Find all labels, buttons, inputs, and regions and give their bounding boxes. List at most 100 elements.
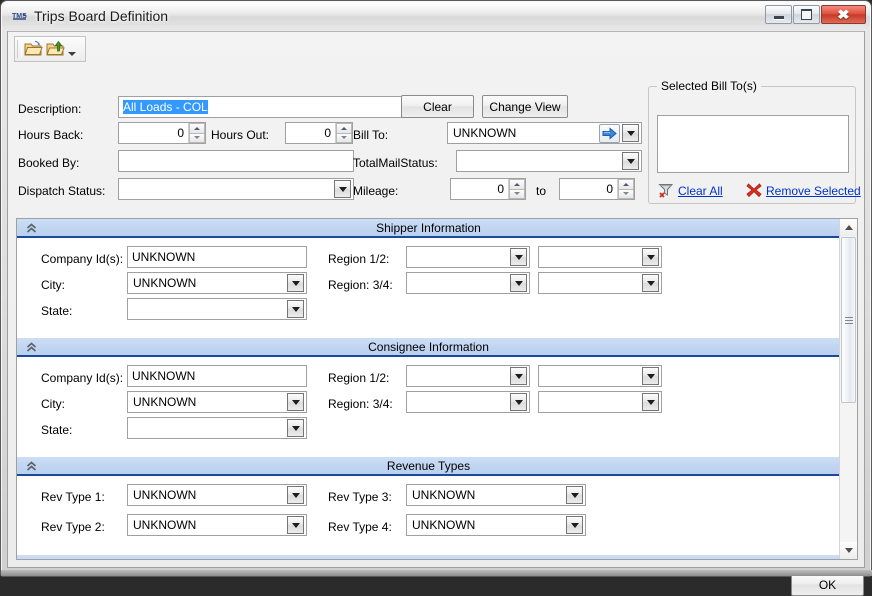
- chevron-down-icon[interactable]: [66, 38, 78, 60]
- section-header-other-types[interactable]: Other Types: [17, 555, 840, 559]
- title-bar[interactable]: TMS Trips Board Definition ✖: [2, 2, 870, 31]
- hours-back-label: Hours Back:: [18, 128, 83, 142]
- region-1-2-label: Region 1/2:: [328, 371, 389, 385]
- close-icon: ✖: [837, 8, 850, 21]
- chevron-down-icon[interactable]: [566, 516, 583, 534]
- spin-down-icon[interactable]: [189, 133, 205, 144]
- chevron-down-icon[interactable]: [287, 300, 304, 318]
- dialog-client-area: Description: All Loads - COL Hours Back:…: [7, 31, 865, 568]
- shipper-state-combo[interactable]: [127, 298, 307, 320]
- spin-down-icon[interactable]: [618, 189, 634, 200]
- selected-bill-to-list[interactable]: [657, 115, 849, 173]
- rev-type-2-label: Rev Type 2:: [41, 520, 105, 534]
- chevron-down-icon[interactable]: [287, 486, 304, 504]
- double-chevron-up-icon[interactable]: [25, 222, 37, 234]
- section-header-revenue-types[interactable]: Revenue Types: [17, 457, 840, 476]
- double-chevron-up-icon[interactable]: [25, 460, 37, 472]
- section-header-consignee-information[interactable]: Consignee Information: [17, 338, 840, 357]
- value: UNKNOWN: [128, 392, 287, 412]
- chevron-down-icon[interactable]: [622, 152, 639, 170]
- chevron-down-icon[interactable]: [510, 393, 527, 411]
- change-view-button[interactable]: Change View: [482, 95, 568, 118]
- restore-button[interactable]: [793, 5, 820, 24]
- minimize-button[interactable]: [765, 5, 792, 24]
- shipper-region-2-combo[interactable]: [538, 246, 662, 268]
- vertical-scrollbar[interactable]: [839, 219, 857, 559]
- clear-button[interactable]: Clear: [401, 95, 474, 118]
- double-chevron-up-icon[interactable]: [25, 558, 37, 559]
- consignee-city-combo[interactable]: UNKNOWN: [127, 391, 307, 413]
- spin-up-icon[interactable]: [618, 179, 634, 189]
- shipper-region-1-combo[interactable]: [406, 246, 530, 268]
- remove-selected-link[interactable]: Remove Selected: [766, 184, 861, 198]
- rev-type-2-combo[interactable]: UNKNOWN: [127, 514, 307, 536]
- description-input[interactable]: All Loads - COL: [118, 96, 402, 118]
- booked-by-input[interactable]: [118, 150, 354, 172]
- clear-filter-icon[interactable]: [658, 182, 674, 198]
- hours-out-stepper[interactable]: 0: [285, 122, 353, 144]
- hours-out-spin-buttons[interactable]: [335, 123, 352, 143]
- dispatch-status-combo[interactable]: [118, 178, 354, 200]
- close-button[interactable]: ✖: [821, 5, 866, 24]
- red-x-icon[interactable]: [746, 182, 762, 198]
- chevron-down-icon[interactable]: [642, 248, 659, 266]
- chevron-down-icon[interactable]: [287, 274, 304, 292]
- ok-button[interactable]: OK: [791, 573, 864, 596]
- double-chevron-up-icon[interactable]: [25, 341, 37, 353]
- chevron-down-icon[interactable]: [510, 248, 527, 266]
- consignee-region-4-combo[interactable]: [538, 391, 662, 413]
- chevron-down-icon[interactable]: [622, 124, 639, 142]
- rev-type-1-label: Rev Type 1:: [41, 490, 105, 504]
- chevron-down-icon[interactable]: [642, 274, 659, 292]
- criteria-sections-panel: Shipper Information Company Id(s): UNKNO…: [16, 218, 858, 560]
- folder-up-arrow-icon[interactable]: [44, 38, 66, 60]
- chevron-down-icon[interactable]: [642, 393, 659, 411]
- mileage-from-stepper[interactable]: 0: [450, 178, 526, 200]
- shipper-region-3-combo[interactable]: [406, 272, 530, 294]
- rev-type-3-combo[interactable]: UNKNOWN: [406, 484, 586, 506]
- chevron-down-icon[interactable]: [510, 274, 527, 292]
- mileage-from-spin-buttons[interactable]: [508, 179, 525, 199]
- rev-type-4-combo[interactable]: UNKNOWN: [406, 514, 586, 536]
- value: UNKNOWN: [132, 250, 195, 264]
- consignee-company-ids-input[interactable]: UNKNOWN: [127, 365, 307, 387]
- hours-back-stepper[interactable]: 0: [118, 122, 206, 144]
- value: UNKNOWN: [128, 515, 287, 535]
- description-label: Description:: [18, 102, 81, 116]
- chevron-down-icon[interactable]: [287, 516, 304, 534]
- shipper-city-combo[interactable]: UNKNOWN: [127, 272, 307, 294]
- section-header-shipper-information[interactable]: Shipper Information: [17, 219, 840, 238]
- vertical-scroll-thumb[interactable]: [841, 237, 856, 403]
- chevron-down-icon[interactable]: [566, 486, 583, 504]
- mileage-to-spin-buttons[interactable]: [617, 179, 634, 199]
- chevron-down-icon[interactable]: [642, 367, 659, 385]
- spin-up-icon[interactable]: [509, 179, 525, 189]
- chevron-down-icon[interactable]: [287, 393, 304, 411]
- scroll-down-arrow-icon[interactable]: [840, 542, 857, 559]
- consignee-state-combo[interactable]: [127, 417, 307, 439]
- mileage-to-stepper[interactable]: 0: [559, 178, 635, 200]
- spin-up-icon[interactable]: [189, 123, 205, 133]
- total-mail-status-combo[interactable]: [456, 150, 642, 172]
- consignee-region-3-combo[interactable]: [406, 391, 530, 413]
- chevron-down-icon[interactable]: [510, 367, 527, 385]
- chevron-down-icon[interactable]: [287, 419, 304, 437]
- blue-right-arrow-icon[interactable]: [599, 124, 620, 143]
- scroll-up-arrow-icon[interactable]: [840, 219, 857, 236]
- spin-down-icon[interactable]: [509, 189, 525, 200]
- shipper-region-4-combo[interactable]: [538, 272, 662, 294]
- description-value: All Loads - COL: [123, 100, 208, 114]
- clear-all-link[interactable]: Clear All: [678, 184, 723, 198]
- shipper-company-ids-input[interactable]: UNKNOWN: [127, 246, 307, 268]
- spin-down-icon[interactable]: [336, 133, 352, 144]
- open-folder-icon[interactable]: [22, 38, 44, 60]
- hours-back-spin-buttons[interactable]: [188, 123, 205, 143]
- chevron-down-icon[interactable]: [334, 180, 351, 198]
- consignee-region-2-combo[interactable]: [538, 365, 662, 387]
- rev-type-1-combo[interactable]: UNKNOWN: [127, 484, 307, 506]
- value: UNKNOWN: [128, 485, 287, 505]
- spin-up-icon[interactable]: [336, 123, 352, 133]
- bill-to-combo[interactable]: UNKNOWN: [447, 122, 642, 144]
- caption-buttons: ✖: [765, 5, 866, 24]
- consignee-region-1-combo[interactable]: [406, 365, 530, 387]
